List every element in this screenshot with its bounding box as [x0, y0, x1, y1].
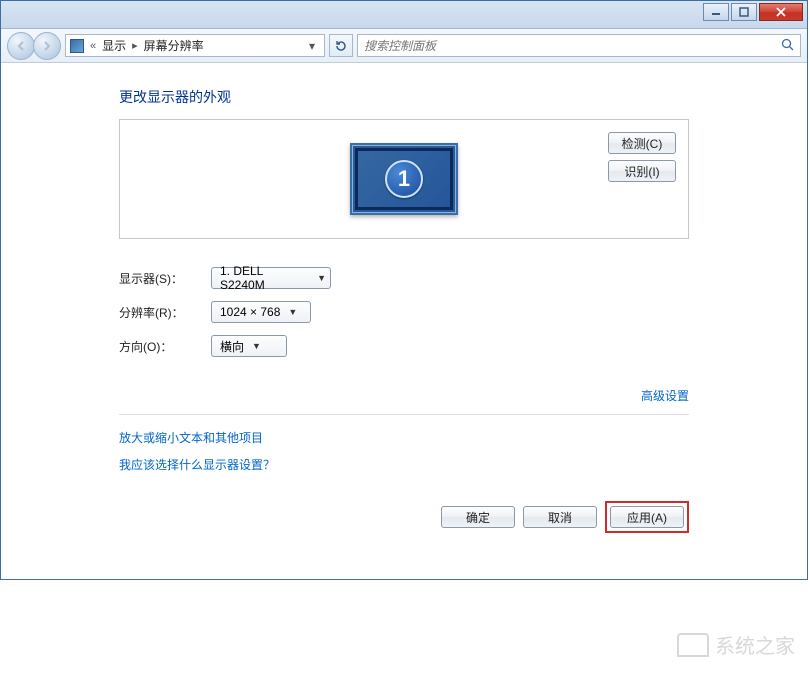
search-box[interactable]	[357, 34, 801, 57]
ok-button[interactable]: 确定	[441, 506, 515, 528]
back-button[interactable]	[7, 32, 35, 60]
close-button[interactable]	[759, 3, 803, 21]
control-panel-icon	[70, 39, 84, 53]
apply-button[interactable]: 应用(A)	[610, 506, 684, 528]
refresh-button[interactable]	[329, 34, 353, 57]
content-area: 更改显示器的外观 1 检测(C) 识别(I) 显示器(S)： 1. DELL S…	[1, 63, 807, 579]
search-icon	[781, 38, 794, 54]
resolution-select[interactable]: 1024 × 768 ▼	[211, 301, 311, 323]
nav-back-forward	[7, 32, 61, 60]
forward-button[interactable]	[33, 32, 61, 60]
display-label: 显示器(S)：	[119, 270, 211, 287]
chevron-right-icon: ▸	[132, 39, 138, 52]
apply-highlight-box: 应用(A)	[605, 501, 689, 533]
chevron-down-icon: ▼	[288, 307, 297, 317]
breadcrumb-parent[interactable]: 显示	[102, 37, 126, 54]
page-title: 更改显示器的外观	[119, 87, 689, 107]
orientation-select[interactable]: 横向 ▼	[211, 335, 287, 357]
monitor-thumbnail[interactable]: 1	[350, 143, 458, 215]
display-select[interactable]: 1. DELL S2240M ▼	[211, 267, 331, 289]
watermark: 系统之家	[677, 630, 795, 659]
which-display-link[interactable]: 我应该选择什么显示器设置？	[119, 456, 689, 473]
minimize-button[interactable]	[703, 3, 729, 21]
orientation-select-value: 横向	[220, 338, 244, 355]
advanced-settings-link[interactable]: 高级设置	[641, 387, 689, 404]
breadcrumb-prev-icon: «	[90, 40, 96, 52]
monitor-preview-box: 1 检测(C) 识别(I)	[119, 119, 689, 239]
scale-text-link[interactable]: 放大或缩小文本和其他项目	[119, 429, 689, 446]
resolution-select-value: 1024 × 768	[220, 305, 280, 319]
orientation-label: 方向(O)：	[119, 338, 211, 355]
breadcrumb-current[interactable]: 屏幕分辨率	[144, 37, 204, 54]
address-dropdown-icon[interactable]: ▾	[304, 39, 320, 53]
search-input[interactable]	[364, 39, 781, 53]
monitor-number-badge: 1	[385, 160, 423, 198]
nav-row: « 显示 ▸ 屏幕分辨率 ▾	[1, 29, 807, 63]
detect-button[interactable]: 检测(C)	[608, 132, 676, 154]
cancel-button[interactable]: 取消	[523, 506, 597, 528]
chevron-down-icon: ▼	[252, 341, 261, 351]
control-panel-window: « 显示 ▸ 屏幕分辨率 ▾ 更改显示器的外观 1 检测(C)	[0, 0, 808, 580]
identify-button[interactable]: 识别(I)	[608, 160, 676, 182]
watermark-text: 系统之家	[715, 630, 795, 659]
maximize-button[interactable]	[731, 3, 757, 21]
dialog-footer: 确定 取消 应用(A)	[119, 501, 689, 533]
chevron-down-icon: ▼	[317, 273, 326, 283]
titlebar	[1, 1, 807, 29]
address-bar[interactable]: « 显示 ▸ 屏幕分辨率 ▾	[65, 34, 325, 57]
display-select-value: 1. DELL S2240M	[220, 264, 309, 292]
watermark-icon	[677, 633, 709, 657]
resolution-label: 分辨率(R)：	[119, 304, 211, 321]
